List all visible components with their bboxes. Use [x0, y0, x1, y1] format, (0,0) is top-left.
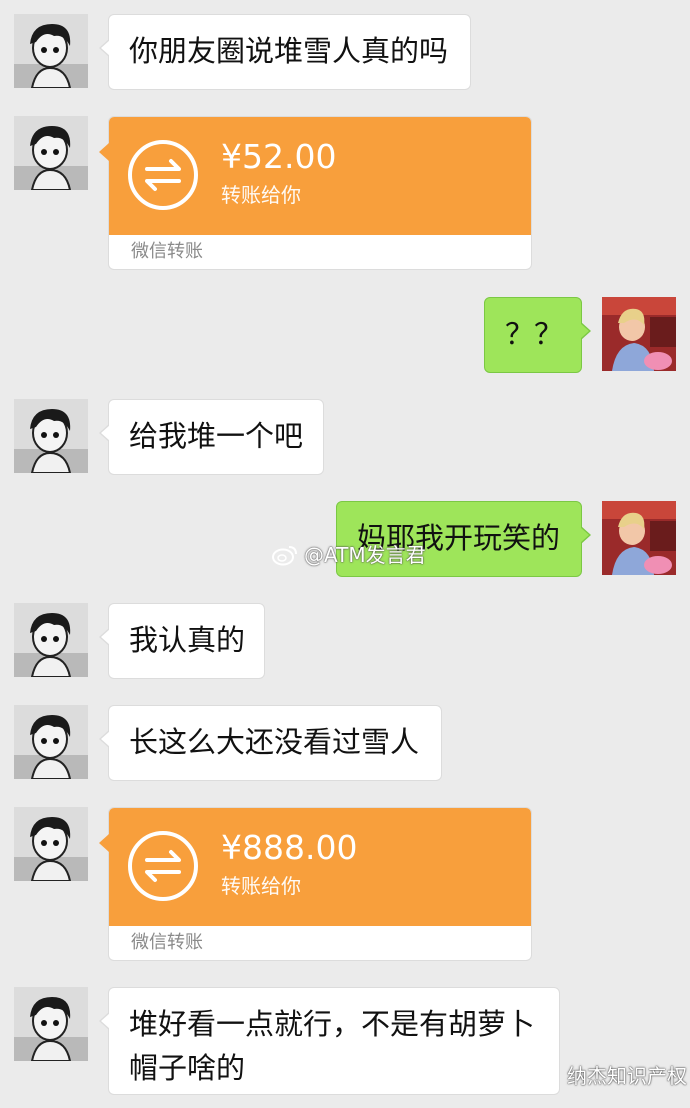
friend-avatar[interactable] — [14, 116, 88, 190]
weibo-watermark: @ATM发言君 — [272, 541, 426, 569]
friend-avatar[interactable] — [14, 807, 88, 881]
my-avatar[interactable] — [602, 501, 676, 575]
message-text: 给我堆一个吧 — [129, 419, 304, 453]
message-text: 你朋友圈说堆雪人真的吗 — [129, 34, 449, 68]
message-bubble[interactable]: 堆好看一点就行，不是有胡萝卜帽子啥的 — [99, 987, 560, 1095]
message-bubble[interactable]: 你朋友圈说堆雪人真的吗 — [99, 14, 471, 90]
message-bubble[interactable]: 给我堆一个吧 — [99, 399, 324, 475]
transfer-card[interactable]: ¥888.00 转账给你 微信转账 — [99, 807, 532, 961]
transfer-card-header: ¥888.00 转账给你 — [109, 808, 531, 926]
friend-avatar[interactable] — [14, 399, 88, 473]
transfer-arrows-icon — [128, 831, 198, 901]
wechat-official-account-icon — [533, 1067, 558, 1085]
transfer-footer: 微信转账 — [131, 932, 203, 953]
friend-avatar[interactable] — [14, 987, 88, 1061]
message-text: 我认真的 — [129, 623, 246, 657]
transfer-subtitle: 转账给你 — [221, 183, 301, 207]
credit-text: 纳杰知识产权 — [567, 1064, 687, 1088]
transfer-footer: 微信转账 — [131, 241, 203, 262]
message-text: 长这么大还没看过雪人 — [129, 725, 420, 759]
message-bubble-mine[interactable]: ？？ — [484, 297, 591, 373]
friend-avatar[interactable] — [14, 14, 88, 88]
friend-avatar[interactable] — [14, 603, 88, 677]
friend-avatar[interactable] — [14, 705, 88, 779]
message-text: ？？ — [505, 317, 564, 351]
transfer-card[interactable]: ¥52.00 转账给你 微信转账 — [99, 116, 532, 270]
watermark-text: @ATM发言君 — [304, 543, 426, 567]
transfer-card-header: ¥52.00 转账给你 — [109, 117, 531, 235]
message-bubble[interactable]: 长这么大还没看过雪人 — [99, 705, 442, 781]
transfer-subtitle: 转账给你 — [221, 874, 301, 898]
weibo-icon — [272, 546, 297, 566]
official-account-credit: 纳杰知识产权 — [533, 1062, 687, 1090]
transfer-arrows-icon — [128, 140, 198, 210]
my-avatar[interactable] — [602, 297, 676, 371]
transfer-amount: ¥888.00 — [221, 828, 358, 867]
message-text: 堆好看一点就行，不是有胡萝卜帽子啥的 — [129, 1007, 536, 1085]
transfer-amount: ¥52.00 — [221, 137, 337, 176]
message-bubble[interactable]: 我认真的 — [99, 603, 265, 679]
